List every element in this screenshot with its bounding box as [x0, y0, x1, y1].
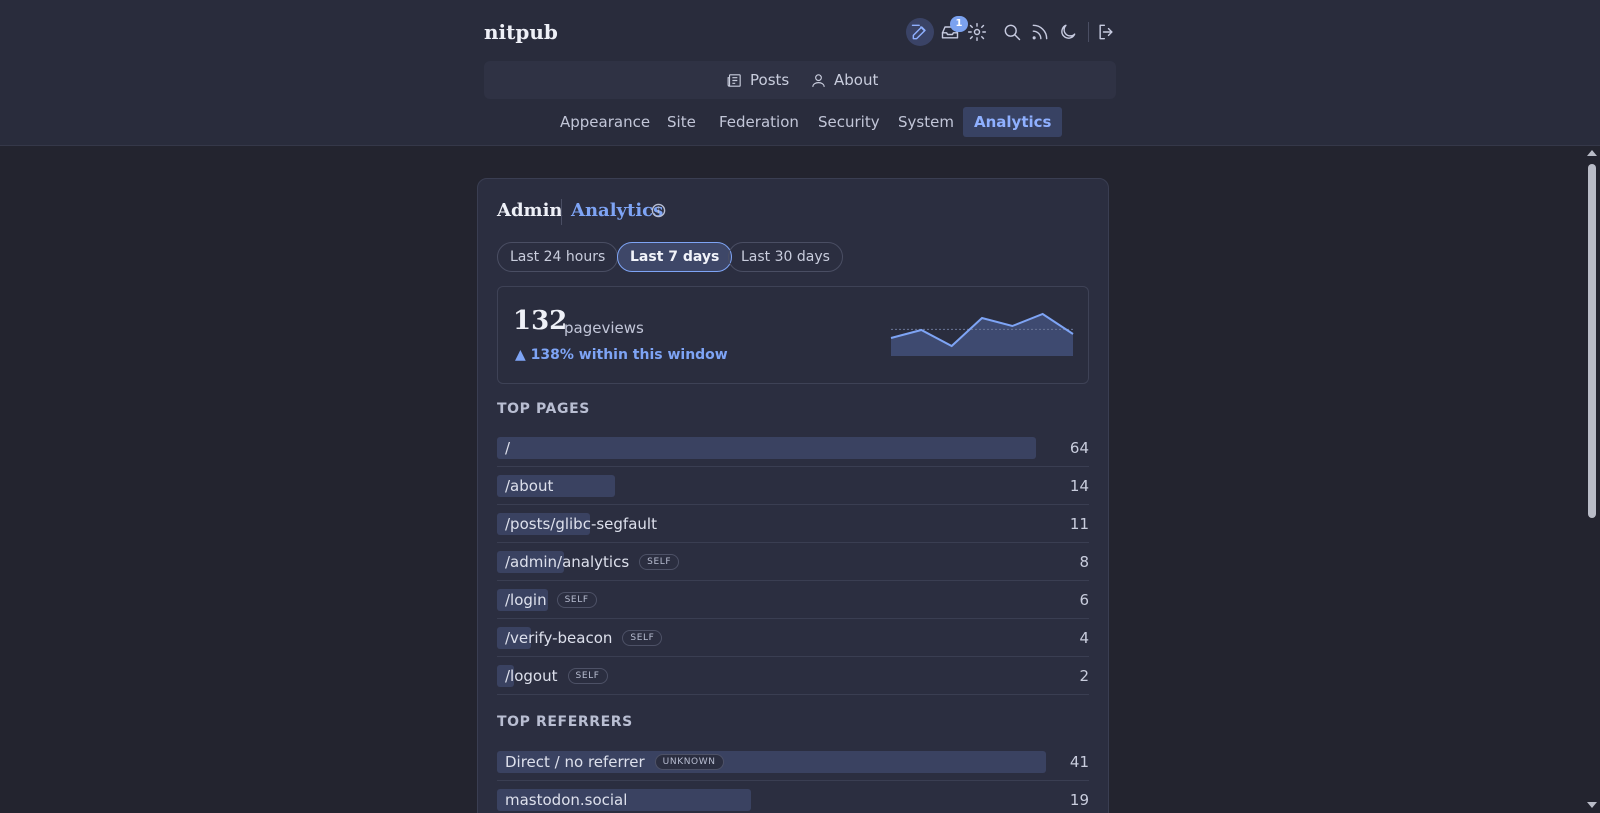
- breadcrumb-admin[interactable]: Admin: [497, 200, 563, 221]
- search-button[interactable]: [998, 18, 1026, 46]
- row-label: mastodon.social: [505, 781, 627, 813]
- table-row[interactable]: /admin/analytics SELF 8: [497, 543, 1089, 581]
- theme-toggle-button[interactable]: [1054, 18, 1082, 46]
- scrollbar-thumb[interactable]: [1588, 164, 1596, 518]
- table-row[interactable]: /posts/glibc-segfault 11: [497, 505, 1089, 543]
- row-path: /login: [505, 591, 547, 609]
- main-nav: [484, 61, 1116, 99]
- search-icon: [1004, 24, 1021, 41]
- top-pages-title: TOP PAGES: [497, 401, 590, 417]
- row-count: 2: [1079, 667, 1089, 685]
- row-path: /about: [505, 477, 554, 495]
- row-tag: SELF: [639, 554, 680, 570]
- row-path: /posts/glibc-segfault: [505, 515, 657, 533]
- row-tag: UNKNOWN: [654, 754, 724, 770]
- row-count: 14: [1069, 477, 1089, 495]
- tab-appearance[interactable]: Appearance: [549, 107, 661, 137]
- row-bar: [497, 437, 1036, 459]
- row-path: /logout: [505, 667, 558, 685]
- top-referrers-title: TOP REFERRERS: [497, 714, 633, 730]
- tab-analytics[interactable]: Analytics: [963, 107, 1063, 137]
- row-label: /: [505, 429, 510, 467]
- info-icon[interactable]: [651, 203, 666, 218]
- row-label: /admin/analytics SELF: [505, 543, 680, 581]
- row-label: /posts/glibc-segfault: [505, 505, 657, 543]
- pageviews-count: 132: [513, 306, 568, 336]
- nav-about[interactable]: About: [810, 61, 878, 99]
- breadcrumb-divider: [561, 199, 562, 225]
- row-path: mastodon.social: [505, 791, 628, 809]
- logout-icon: [1099, 24, 1113, 40]
- row-path: Direct / no referrer: [505, 753, 645, 771]
- table-row[interactable]: /about 14: [497, 467, 1089, 505]
- row-count: 41: [1069, 753, 1089, 771]
- row-tag: SELF: [622, 630, 663, 646]
- nav-posts[interactable]: Posts: [726, 61, 789, 99]
- table-row[interactable]: /verify-beacon SELF 4: [497, 619, 1089, 657]
- row-label: /about: [505, 467, 553, 505]
- row-path: /admin/analytics: [505, 553, 630, 571]
- row-label: /logout SELF: [505, 657, 608, 695]
- row-label: /verify-beacon SELF: [505, 619, 663, 657]
- row-count: 19: [1069, 791, 1089, 809]
- table-row[interactable]: mastodon.social 19: [497, 781, 1089, 813]
- scroll-up-arrow[interactable]: [1587, 150, 1597, 156]
- table-row[interactable]: Direct / no referrer UNKNOWN 41: [497, 743, 1089, 781]
- row-label: /login SELF: [505, 581, 597, 619]
- row-count: 6: [1079, 591, 1089, 609]
- table-row[interactable]: /logout SELF 2: [497, 657, 1089, 695]
- row-count: 8: [1079, 553, 1089, 571]
- settings-button[interactable]: [963, 18, 991, 46]
- tab-system[interactable]: System: [887, 107, 965, 137]
- range-30d-button[interactable]: Last 30 days: [728, 242, 843, 272]
- tab-site[interactable]: Site: [656, 107, 707, 137]
- row-count: 11: [1069, 515, 1089, 533]
- row-path: /verify-beacon: [505, 629, 613, 647]
- range-7d-button[interactable]: Last 7 days: [617, 242, 733, 272]
- row-label: Direct / no referrer UNKNOWN: [505, 743, 724, 781]
- row-tag: SELF: [556, 592, 597, 608]
- row-tag: SELF: [567, 668, 608, 684]
- pageviews-unit: pageviews: [564, 319, 644, 337]
- table-row[interactable]: / 64: [497, 429, 1089, 467]
- sparkline-area: [891, 314, 1073, 356]
- nav-about-label: About: [834, 71, 879, 89]
- rss-icon: [1032, 24, 1048, 40]
- newspaper-icon: [727, 73, 741, 87]
- header-divider: [1088, 22, 1089, 42]
- tab-security[interactable]: Security: [807, 107, 891, 137]
- row-path: /: [505, 439, 511, 457]
- site-title[interactable]: nitpub: [484, 20, 558, 44]
- tab-federation[interactable]: Federation: [708, 107, 810, 137]
- moon-icon: [1061, 24, 1076, 39]
- scroll-down-arrow[interactable]: [1587, 802, 1597, 808]
- nav-posts-label: Posts: [750, 71, 790, 89]
- compose-button[interactable]: [906, 18, 934, 46]
- pageviews-delta: ▲ 138% within this window: [515, 347, 728, 363]
- row-count: 64: [1069, 439, 1089, 457]
- gear-icon: [967, 22, 987, 42]
- table-row[interactable]: /login SELF 6: [497, 581, 1089, 619]
- user-icon: [812, 73, 825, 87]
- logout-button[interactable]: [1092, 18, 1120, 46]
- rss-button[interactable]: [1026, 18, 1054, 46]
- compose-icon: [911, 24, 926, 40]
- row-count: 4: [1079, 629, 1089, 647]
- page-title: Analytics: [571, 200, 664, 221]
- range-24h-button[interactable]: Last 24 hours: [497, 242, 619, 272]
- pageviews-sparkline: [890, 312, 1074, 356]
